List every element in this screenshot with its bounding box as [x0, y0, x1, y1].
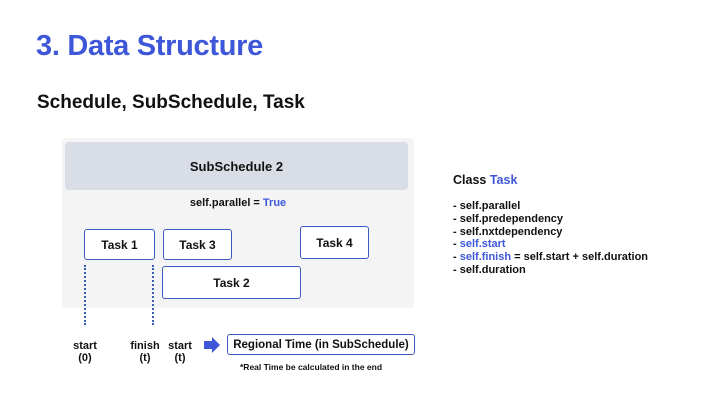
finish-dotted-line	[152, 265, 154, 325]
start-value: (0)	[78, 352, 92, 364]
finish-value: (t)	[139, 352, 151, 364]
start-text: start	[73, 340, 97, 352]
parallel-value: True	[262, 197, 287, 209]
parallel-label: self.parallel =	[189, 197, 263, 209]
subschedule-header: SubSchedule 2	[65, 142, 408, 190]
attribute-item: - self.start	[453, 238, 648, 251]
attribute-name: self.nxtdependency	[459, 225, 563, 238]
start-marker-label: start (0)	[68, 340, 102, 364]
attribute-name: self.start	[459, 238, 506, 251]
start-dotted-line	[84, 265, 86, 325]
attribute-bullet: -	[453, 212, 460, 225]
attribute-item: - self.parallel	[453, 200, 648, 213]
task-1-box: Task 1	[84, 229, 155, 260]
attribute-bullet: -	[453, 263, 460, 276]
start2-text: start	[168, 340, 192, 352]
attribute-bullet: -	[453, 251, 460, 264]
attribute-bullet: -	[453, 200, 460, 212]
attribute-item: - self.predependency	[453, 213, 648, 226]
start2-value: (t)	[174, 352, 186, 364]
task-2-box: Task 2	[162, 266, 301, 299]
attribute-formula: = self.start + self.duration	[511, 251, 649, 264]
attribute-name: self.predependency	[459, 212, 564, 225]
class-name: Task	[489, 173, 518, 187]
page-title: 3. Data Structure	[36, 30, 263, 62]
attribute-list: - self.parallel - self.predependency - sel…	[453, 200, 648, 277]
finish-text: finish	[130, 340, 160, 352]
task-3-box: Task 3	[163, 229, 232, 260]
page-subtitle: Schedule, SubSchedule, Task	[37, 92, 305, 113]
start2-marker-label: start (t)	[163, 340, 197, 364]
attribute-item: - self.finish = self.start + self.durati…	[453, 251, 648, 264]
real-time-note: *Real Time be calculated in the end	[240, 362, 383, 372]
parallel-flag: self.parallel = True	[62, 197, 414, 209]
class-title: Class Task	[453, 173, 517, 187]
attribute-name: self.parallel	[459, 200, 521, 212]
attribute-item: - self.nxtdependency	[453, 226, 648, 239]
task-4-box: Task 4	[300, 226, 369, 259]
attribute-name: self.finish	[459, 251, 512, 264]
class-prefix: Class	[453, 173, 490, 187]
right-arrow-icon	[204, 337, 220, 353]
attribute-name: self.duration	[459, 263, 526, 276]
regional-time-box: Regional Time (in SubSchedule)	[227, 334, 415, 355]
attribute-item: - self.duration	[453, 264, 648, 277]
attribute-bullet: -	[453, 238, 460, 251]
finish-marker-label: finish (t)	[126, 340, 164, 364]
attribute-bullet: -	[453, 225, 460, 238]
